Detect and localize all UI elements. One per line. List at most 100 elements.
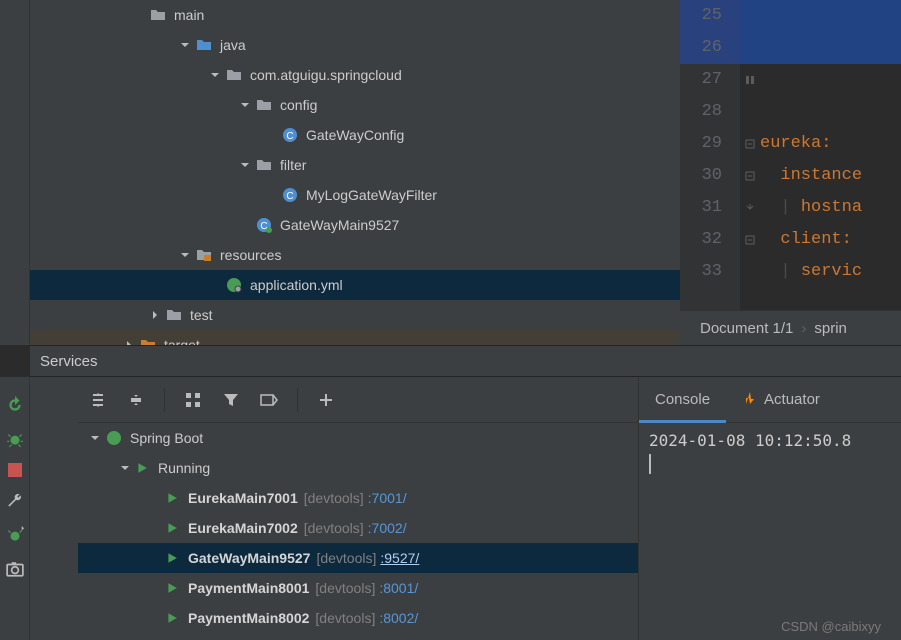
line-number: 28 (680, 96, 740, 128)
tree-label: filter (280, 157, 306, 173)
svc-label: Spring Boot (130, 430, 203, 446)
chevron-down-icon (178, 38, 192, 52)
line-numbers: 25 26 27 28 29 30 31 32 33 (680, 0, 740, 310)
crumb-path: sprin (814, 320, 847, 337)
folder-icon (196, 37, 212, 53)
svc-node-springboot[interactable]: Spring Boot (78, 423, 686, 453)
code-line (760, 64, 901, 96)
line-number: 30 (680, 160, 740, 192)
chevron-down-icon (208, 68, 222, 82)
tree-label: MyLogGateWayFilter (306, 187, 437, 203)
run-name: GateWayMain9527 (188, 550, 310, 566)
code-line (760, 0, 901, 32)
yml-icon (226, 277, 242, 293)
tree-node-gatewayconfig[interactable]: C GateWayConfig (30, 120, 680, 150)
line-number: 27 (680, 64, 740, 96)
run-name: PaymentMain8002 (188, 610, 309, 626)
tree-label: test (190, 307, 213, 323)
bug-icon[interactable] (5, 429, 25, 449)
tree-label: application.yml (250, 277, 343, 293)
class-icon: C (256, 217, 272, 233)
run-port[interactable]: :7001/ (368, 490, 407, 506)
class-icon: C (282, 127, 298, 143)
run-port[interactable]: :8002/ (379, 610, 418, 626)
code-line: eureka: (760, 128, 901, 160)
line-number: 25 (680, 0, 740, 32)
editor-breadcrumb[interactable]: Document 1/1 › sprin (680, 310, 901, 345)
services-sidebar (0, 377, 30, 640)
run-port[interactable]: :8001/ (379, 580, 418, 596)
line-number: 33 (680, 256, 740, 288)
services-tree: Spring Boot Running EurekaMain7001 [devt… (78, 423, 686, 633)
tree-label: GateWayConfig (306, 127, 404, 143)
tree-node-main[interactable]: main (30, 0, 680, 30)
play-icon (166, 522, 180, 534)
services-title-bar[interactable]: Services (30, 345, 901, 377)
tab-console[interactable]: Console (639, 377, 726, 423)
grid-icon[interactable] (183, 390, 203, 410)
tree-node-java[interactable]: java (30, 30, 680, 60)
camera-icon[interactable] (5, 559, 25, 579)
services-title: Services (40, 353, 98, 370)
filter-icon[interactable] (221, 390, 241, 410)
tree-label: GateWayMain9527 (280, 217, 399, 233)
code-line: | hostna (760, 192, 901, 224)
run-name: EurekaMain7002 (188, 520, 298, 536)
svc-run-config[interactable]: EurekaMain7001 [devtools] :7001/ (78, 483, 686, 513)
folder-icon (256, 157, 272, 173)
class-icon: C (282, 187, 298, 203)
code-area[interactable]: eureka: instance | hostna client: | serv… (760, 0, 901, 310)
group-icon[interactable] (259, 390, 279, 410)
watermark: CSDN @caibixyy (781, 619, 881, 634)
folder-icon (256, 97, 272, 113)
play-icon (166, 552, 180, 564)
services-toolbar (78, 377, 686, 423)
run-name: EurekaMain7001 (188, 490, 298, 506)
console-tabs: Console Actuator (639, 377, 901, 423)
tree-node-gatewaymain[interactable]: C GateWayMain9527 (30, 210, 680, 240)
run-port[interactable]: :9527/ (380, 550, 419, 566)
svc-run-config[interactable]: EurekaMain7002 [devtools] :7002/ (78, 513, 686, 543)
rerun-icon[interactable] (5, 395, 25, 415)
tree-node-resources[interactable]: resources (30, 240, 680, 270)
separator (164, 388, 165, 412)
code-line (760, 32, 901, 64)
tree-node-test[interactable]: test (30, 300, 680, 330)
run-port[interactable]: :7002/ (368, 520, 407, 536)
bug-rerun-icon[interactable] (5, 525, 25, 545)
expand-all-icon[interactable] (88, 390, 108, 410)
tree-node-mylogfilter[interactable]: C MyLogGateWayFilter (30, 180, 680, 210)
project-left-gutter (0, 0, 30, 345)
collapse-all-icon[interactable] (126, 390, 146, 410)
tree-node-package[interactable]: com.atguigu.springcloud (30, 60, 680, 90)
tab-actuator[interactable]: Actuator (726, 377, 836, 423)
chevron-right-icon: › (801, 320, 806, 337)
tree-node-filter[interactable]: filter (30, 150, 680, 180)
separator (297, 388, 298, 412)
editor-gutter (740, 0, 760, 310)
console-output[interactable]: 2024-01-08 10:12:50.8 (639, 423, 901, 486)
play-icon (166, 492, 180, 504)
chevron-down-icon (118, 461, 132, 475)
actuator-icon (742, 390, 758, 410)
tree-node-config[interactable]: config (30, 90, 680, 120)
wrench-icon[interactable] (5, 491, 25, 511)
tree-label: java (220, 37, 246, 53)
play-icon (166, 612, 180, 624)
run-devtools: [devtools] (315, 580, 375, 596)
svc-run-config[interactable]: PaymentMain8002 [devtools] :8002/ (78, 603, 686, 633)
line-number: 32 (680, 224, 740, 256)
editor[interactable]: 25 26 27 28 29 30 31 32 33 eureka: insta… (680, 0, 901, 310)
tree-node-application-yml[interactable]: application.yml (30, 270, 680, 300)
stop-icon[interactable] (8, 463, 22, 477)
svc-run-config[interactable]: GateWayMain9527 [devtools] :9527/ (78, 543, 686, 573)
svc-run-config[interactable]: PaymentMain8001 [devtools] :8001/ (78, 573, 686, 603)
line-number: 31 (680, 192, 740, 224)
resources-icon (196, 247, 212, 263)
run-devtools: [devtools] (304, 490, 364, 506)
add-icon[interactable] (316, 390, 336, 410)
code-line: | servic (760, 256, 901, 288)
text-caret (649, 454, 651, 474)
svg-text:C: C (286, 191, 293, 202)
svc-node-running[interactable]: Running (78, 453, 686, 483)
